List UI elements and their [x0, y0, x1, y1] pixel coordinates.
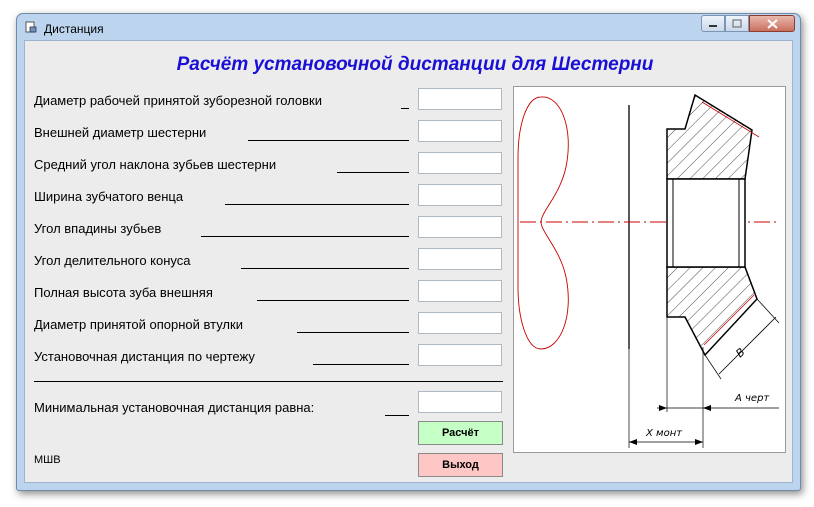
underline [241, 268, 409, 269]
gear-lower-section [666, 266, 758, 357]
close-icon [766, 18, 778, 29]
dim-extension-b1 [704, 354, 722, 380]
dim-label-x: Х монт [645, 428, 683, 439]
footer-label: МШВ [34, 454, 61, 466]
underline [313, 364, 409, 365]
dedendum-angle-input[interactable] [418, 216, 502, 238]
label-whole-depth: Полная высота зуба внешняя [34, 285, 213, 300]
underline [401, 108, 409, 109]
minimize-button[interactable] [701, 15, 725, 32]
underline [201, 236, 409, 237]
underline [225, 204, 409, 205]
close-button[interactable] [749, 15, 795, 32]
minimize-icon [709, 24, 717, 27]
maximize-button[interactable] [725, 15, 749, 32]
window-title: Дистанция [44, 22, 104, 36]
app-icon [25, 21, 37, 33]
arrow-x-left [629, 439, 637, 445]
label-dedendum-angle: Угол впадины зубьев [34, 221, 162, 236]
title-bar[interactable]: Дистанция [17, 14, 800, 40]
min-distance-output[interactable] [418, 391, 502, 413]
cutter-head-outline [517, 96, 569, 350]
label-mean-spiral-angle: Средний угол наклона зубьев шестерни [34, 157, 277, 172]
arrow-x-right [695, 439, 703, 445]
calculate-button[interactable]: Расчёт [418, 421, 503, 445]
label-outer-diameter: Внешней диаметр шестерни [34, 125, 207, 140]
gear-upper-section [666, 93, 753, 180]
underline [257, 300, 409, 301]
whole-depth-input[interactable] [418, 280, 502, 302]
underline [385, 415, 409, 416]
exit-button[interactable]: Выход [418, 453, 503, 477]
app-window: Дистанция Расчёт установочной дистанции … [16, 13, 801, 491]
label-face-width: Ширина зубчатого венца [34, 189, 184, 204]
mean-spiral-angle-input[interactable] [418, 152, 502, 174]
gear-bore [666, 178, 746, 268]
face-width-input[interactable] [418, 184, 502, 206]
dim-label-a: А черт [734, 393, 770, 404]
gear-drawing: B А черт Х монт [513, 86, 786, 453]
underline [297, 332, 409, 333]
underline [248, 140, 409, 141]
label-drawing-distance: Установочная дистанция по чертежу [34, 349, 255, 364]
arrow-a-left [659, 405, 667, 411]
label-cutter-head-diameter: Диаметр рабочей принятой зуборезной голо… [34, 93, 322, 108]
label-min-distance: Минимальная установочная дистанция равна… [34, 400, 315, 415]
label-support-bushing-diameter: Диаметр принятой опорной втулки [34, 317, 243, 332]
maximize-icon [732, 19, 742, 28]
cutter-head-diameter-input[interactable] [418, 88, 502, 110]
pitch-cone-angle-input[interactable] [418, 248, 502, 270]
form-heading: Расчёт установочной дистанции для Шестер… [176, 54, 654, 75]
gear-drawing-svg: B А черт Х монт [517, 93, 780, 448]
window-controls [701, 15, 795, 34]
label-pitch-cone-angle: Угол делительного конуса [34, 253, 191, 268]
separator-line [34, 381, 503, 382]
support-bushing-diameter-input[interactable] [418, 312, 502, 334]
drawing-distance-input[interactable] [418, 344, 502, 366]
underline [337, 172, 409, 173]
outer-diameter-input[interactable] [418, 120, 502, 142]
dim-extension-b2 [756, 298, 780, 324]
form-client-area: Расчёт установочной дистанции для Шестер… [24, 40, 793, 483]
arrow-a-right [703, 405, 711, 411]
